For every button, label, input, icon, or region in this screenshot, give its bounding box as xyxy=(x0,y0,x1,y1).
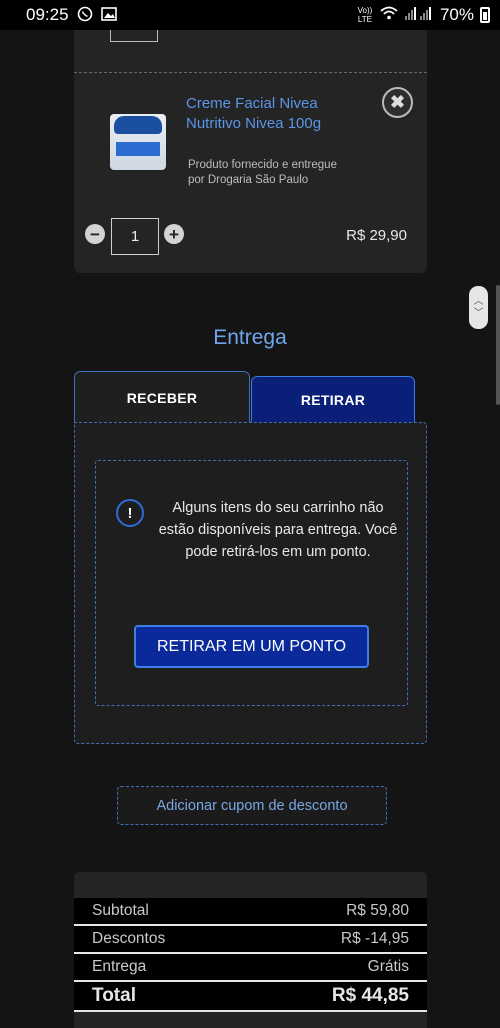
summary-row-subtotal: Subtotal R$ 59,80 xyxy=(74,898,427,924)
battery-icon xyxy=(480,7,490,23)
pickup-point-button[interactable]: RETIRAR EM UM PONTO xyxy=(134,625,369,668)
summary-value: R$ -14,95 xyxy=(340,930,409,947)
scroll-handle[interactable]: ︿ ﹀ xyxy=(469,286,488,329)
summary-row-discount: Descontos R$ -14,95 xyxy=(74,926,427,952)
product-name-link[interactable]: Creme Facial Nivea Nutritivo Nivea 100g xyxy=(186,94,336,134)
summary-row-total: Total R$ 44,85 xyxy=(74,982,427,1010)
chevron-up-icon: ︿ xyxy=(473,295,484,307)
remove-item-button[interactable]: ✖ xyxy=(382,87,413,118)
increase-quantity-button[interactable]: + xyxy=(164,224,184,244)
summary-value: R$ 59,80 xyxy=(346,902,409,919)
close-icon: ✖ xyxy=(389,92,406,112)
pickup-notice: ! Alguns itens do seu carrinho não estão… xyxy=(95,460,408,706)
summary-divider xyxy=(74,1010,427,1012)
battery-percent: 70% xyxy=(439,5,474,24)
summary-label: Entrega xyxy=(92,958,147,975)
minus-icon: − xyxy=(90,224,100,244)
signal-icon xyxy=(404,5,434,25)
item-price: R$ 29,90 xyxy=(346,227,407,244)
whatsapp-icon xyxy=(77,6,93,25)
info-icon: ! xyxy=(116,499,144,527)
summary-label: Descontos xyxy=(92,930,166,947)
network-label: Vo)) LTE xyxy=(357,6,373,24)
chevron-down-icon: ﹀ xyxy=(473,307,484,319)
total-label: Total xyxy=(92,985,136,1006)
total-value: R$ 44,85 xyxy=(331,985,409,1006)
plus-icon: + xyxy=(169,224,179,244)
wifi-icon xyxy=(380,5,398,25)
order-summary: Subtotal R$ 59,80 Descontos R$ -14,95 En… xyxy=(74,872,427,1028)
decrease-quantity-button[interactable]: − xyxy=(85,224,105,244)
gallery-icon xyxy=(100,6,117,24)
previous-item-quantity-stepper[interactable] xyxy=(110,30,158,42)
delivery-tab-panel: ! Alguns itens do seu carrinho não estão… xyxy=(74,422,427,744)
product-image-label xyxy=(116,142,160,156)
tab-receber[interactable]: RECEBER xyxy=(74,371,250,423)
item-divider xyxy=(74,72,427,73)
quantity-input[interactable]: 1 xyxy=(111,218,159,255)
notice-text: Alguns itens do seu carrinho não estão d… xyxy=(158,500,398,560)
product-image[interactable] xyxy=(110,114,166,170)
summary-label: Subtotal xyxy=(92,902,149,919)
summary-row-delivery: Entrega Grátis xyxy=(74,954,427,980)
status-bar: 09:25 Vo)) LTE 70% xyxy=(0,0,500,30)
delivery-title: Entrega xyxy=(213,326,287,349)
product-seller: Produto fornecido e entregue por Drogari… xyxy=(188,159,337,186)
summary-value: Grátis xyxy=(367,958,409,975)
product-image-lid xyxy=(114,116,162,134)
tab-retirar[interactable]: RETIRAR xyxy=(251,376,415,423)
add-coupon-button[interactable]: Adicionar cupom de desconto xyxy=(117,786,387,825)
status-time: 09:25 xyxy=(26,5,69,24)
cart-item-card: Creme Facial Nivea Nutritivo Nivea 100g … xyxy=(74,30,427,273)
